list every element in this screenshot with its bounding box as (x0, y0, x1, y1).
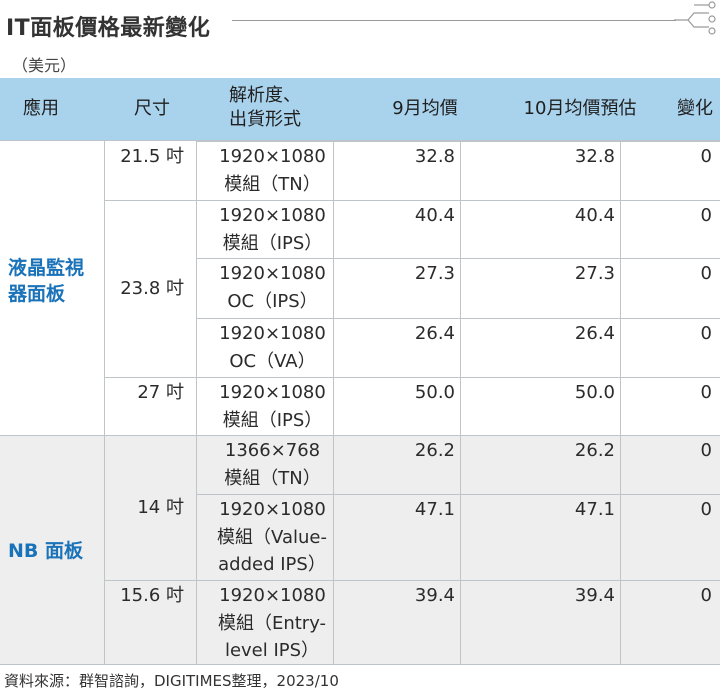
size-cell-1: 23.8 吋 (120, 277, 184, 299)
size-cell-4: 15.6 吋 (120, 585, 184, 606)
size-cell-0: 21.5 吋 (120, 146, 184, 167)
oct-cell-1: 40.4 (574, 205, 615, 226)
rule-col-size (196, 141, 197, 664)
rule-size-2 (104, 580, 196, 581)
source-note: 資料來源：群智諮詢，DIGITIMES整理，2023/10 (4, 672, 339, 690)
rule-row-7 (196, 580, 720, 581)
rule-row-1 (196, 200, 720, 201)
sep-cell-3: 26.4 (414, 323, 455, 344)
change-cell-2: 0 (700, 263, 712, 284)
header-0-line-0: 應用 (23, 98, 59, 119)
header-5: 變化 (660, 97, 720, 121)
header-3-line-0: 9月均價 (392, 98, 458, 119)
sep-cell-1: 40.4 (414, 205, 455, 226)
change-cell-5: 0 (700, 440, 712, 461)
form-cell-5: 模組（TN） (224, 468, 321, 489)
oct-cell-5: 26.2 (574, 440, 615, 461)
form-cell-6: 模組（Value-added IPS） (217, 527, 327, 575)
page-title: IT面板價格最新變化 (6, 16, 211, 41)
unit-label: （美元） (12, 56, 77, 75)
change-cell-7: 0 (700, 585, 712, 606)
res-cell-4: 1920×1080 (219, 382, 326, 403)
sep-cell-7: 39.4 (414, 585, 455, 606)
form-cell-3: OC（VA） (229, 351, 316, 372)
form-cell-4: 模組（IPS） (222, 410, 323, 431)
change-cell-6: 0 (700, 499, 712, 520)
oct-cell-0: 32.8 (574, 146, 615, 167)
header-4: 10月均價預估 (480, 97, 680, 121)
rule-row-3 (196, 318, 720, 319)
change-cell-3: 0 (700, 323, 712, 344)
rule-col-sep (460, 141, 461, 664)
form-cell-0: 模組（TN） (224, 174, 321, 195)
rule-bottom (0, 664, 720, 665)
sep-cell-5: 26.2 (414, 440, 455, 461)
oct-cell-2: 27.3 (574, 263, 615, 284)
title-rule (232, 20, 676, 21)
rule-row-4 (196, 377, 720, 378)
nb-group-band (0, 435, 720, 665)
form-cell-7: 模組（Entry-level IPS） (217, 613, 327, 661)
app-cell-1: NB 面板 (8, 540, 83, 562)
res-cell-2: 1920×1080 (219, 263, 326, 284)
sep-cell-0: 32.8 (414, 146, 455, 167)
form-cell-1: 模組（IPS） (222, 233, 323, 254)
header-2: 解析度、 出貨形式 (200, 84, 330, 132)
size-cell-3: 14 吋 (137, 496, 184, 518)
circuit-decoration-icon (674, 1, 716, 35)
sep-cell-2: 27.3 (414, 263, 455, 284)
res-cell-3: 1920×1080 (219, 323, 326, 344)
sep-cell-4: 50.0 (414, 382, 455, 403)
size-cell-2: 27 吋 (137, 382, 184, 403)
header-3: 9月均價 (360, 97, 490, 121)
res-cell-1: 1920×1080 (219, 205, 326, 226)
change-cell-1: 0 (700, 205, 712, 226)
header-1: 尺寸 (112, 97, 192, 121)
header-5-line-0: 變化 (677, 98, 713, 119)
header-2-line-1: 出貨形式 (229, 109, 301, 130)
rule-size-1 (104, 377, 196, 378)
header-1-line-0: 尺寸 (134, 98, 170, 119)
rule-col-app (104, 141, 105, 664)
header-0: 應用 (0, 97, 82, 121)
res-cell-6: 1920×1080 (219, 499, 326, 520)
rule-row-0 (196, 141, 720, 142)
change-cell-0: 0 (700, 146, 712, 167)
header-4-line-0: 10月均價預估 (523, 98, 637, 119)
app-cell-0: 液晶監視器面板 (8, 257, 85, 305)
res-cell-5: 1366×768 (224, 440, 321, 461)
res-cell-0: 1920×1080 (219, 146, 326, 167)
change-cell-4: 0 (700, 382, 712, 403)
oct-cell-6: 47.1 (574, 499, 615, 520)
rule-size-0 (104, 200, 196, 201)
rule-row-5 (196, 435, 720, 436)
oct-cell-7: 39.4 (574, 585, 615, 606)
price-table-figure: IT面板價格最新變化 （美元） 應用 尺寸 解析度、出貨形式 9月均價 10月均價預估 變… (0, 0, 720, 694)
header-2-line-0: 解析度、 (229, 85, 301, 106)
oct-cell-3: 26.4 (574, 323, 615, 344)
sep-cell-6: 47.1 (414, 499, 455, 520)
res-cell-7: 1920×1080 (219, 585, 326, 606)
rule-row-6 (196, 494, 720, 495)
rule-col-oct (620, 141, 621, 664)
rule-row-2 (196, 258, 720, 259)
form-cell-2: OC（IPS） (227, 291, 318, 312)
oct-cell-4: 50.0 (574, 382, 615, 403)
